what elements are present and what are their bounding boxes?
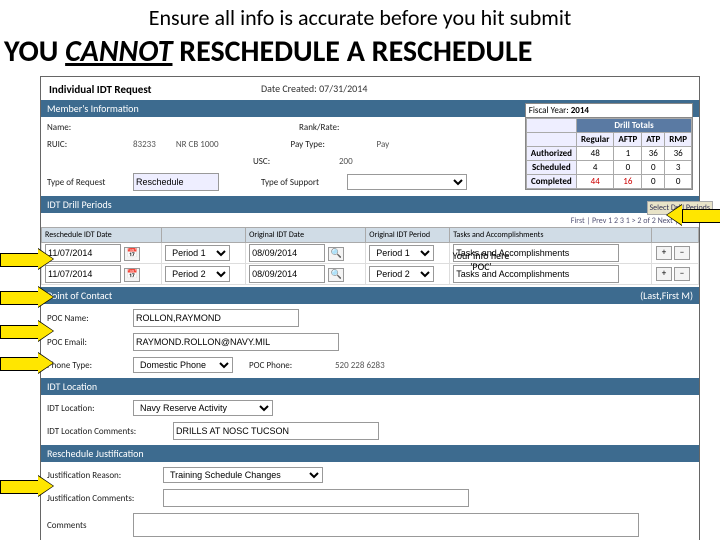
comments[interactable] [133, 513, 639, 537]
arrow-icon [0, 286, 60, 308]
form-frame: Individual IDT Request Date Created: 07/… [40, 76, 700, 540]
calendar-icon[interactable]: 📅 [124, 247, 140, 261]
period-select[interactable]: Period 2 [165, 266, 230, 282]
pager[interactable]: First | Prev 1 2 3 1 > 2 of 2 Next | Las… [41, 215, 699, 227]
arrow-icon [0, 352, 60, 374]
poc-email[interactable] [133, 333, 339, 351]
section-location: IDT Location [41, 378, 699, 395]
justification-comments[interactable] [163, 489, 469, 507]
orig-date[interactable] [249, 265, 325, 283]
poc-name[interactable] [133, 309, 299, 327]
section-drill: IDT Drill Periods [41, 196, 699, 213]
search-icon[interactable]: 🔍 [328, 268, 344, 282]
add-icon[interactable]: + [656, 246, 672, 260]
drill-totals: Fiscal Year: 2014 Drill Totals RegularAF… [525, 103, 693, 190]
search-icon[interactable]: 🔍 [328, 247, 344, 261]
warning: YOU CANNOT RESCHEDULE A RESCHEDULE [4, 33, 720, 70]
remove-icon[interactable]: − [674, 246, 690, 260]
table-row: 📅 Period 1 🔍 Period 1 +− [42, 243, 699, 264]
calendar-icon[interactable]: 📅 [124, 268, 140, 282]
idt-location[interactable]: Navy Reserve Activity [133, 400, 273, 416]
table-row: 📅 Period 2 🔍 Period 2 +− [42, 264, 699, 285]
date-created: Date Created: 07/31/2014 [261, 82, 367, 95]
arrow-icon [660, 204, 720, 226]
orig-period[interactable]: Period 2 [369, 266, 434, 282]
section-poc: Point of Contact(Last,First M) [41, 287, 699, 304]
add-icon[interactable]: + [656, 267, 672, 281]
period-select[interactable]: Period 1 [165, 245, 230, 261]
orig-date[interactable] [249, 244, 325, 262]
arrow-icon [0, 320, 60, 342]
page-title: Individual IDT Request [41, 77, 699, 98]
type-of-support[interactable] [347, 174, 467, 190]
instruction: Ensure all info is accurate before you h… [0, 4, 720, 31]
drill-table: Reschedule IDT DateOriginal IDT DateOrig… [41, 227, 699, 285]
justification-reason[interactable]: Training Schedule Changes [163, 467, 323, 483]
remove-icon[interactable]: − [674, 267, 690, 281]
arrow-icon [0, 475, 60, 497]
phone-type[interactable]: Domestic Phone [133, 357, 233, 373]
orig-period[interactable]: Period 1 [369, 245, 434, 261]
type-of-request[interactable] [133, 173, 219, 191]
arrow-icon [0, 248, 60, 270]
callout-poc: Your info here 'POC' [452, 250, 510, 272]
section-justification: Reschedule Justification [41, 445, 699, 462]
location-comments[interactable] [173, 422, 379, 440]
